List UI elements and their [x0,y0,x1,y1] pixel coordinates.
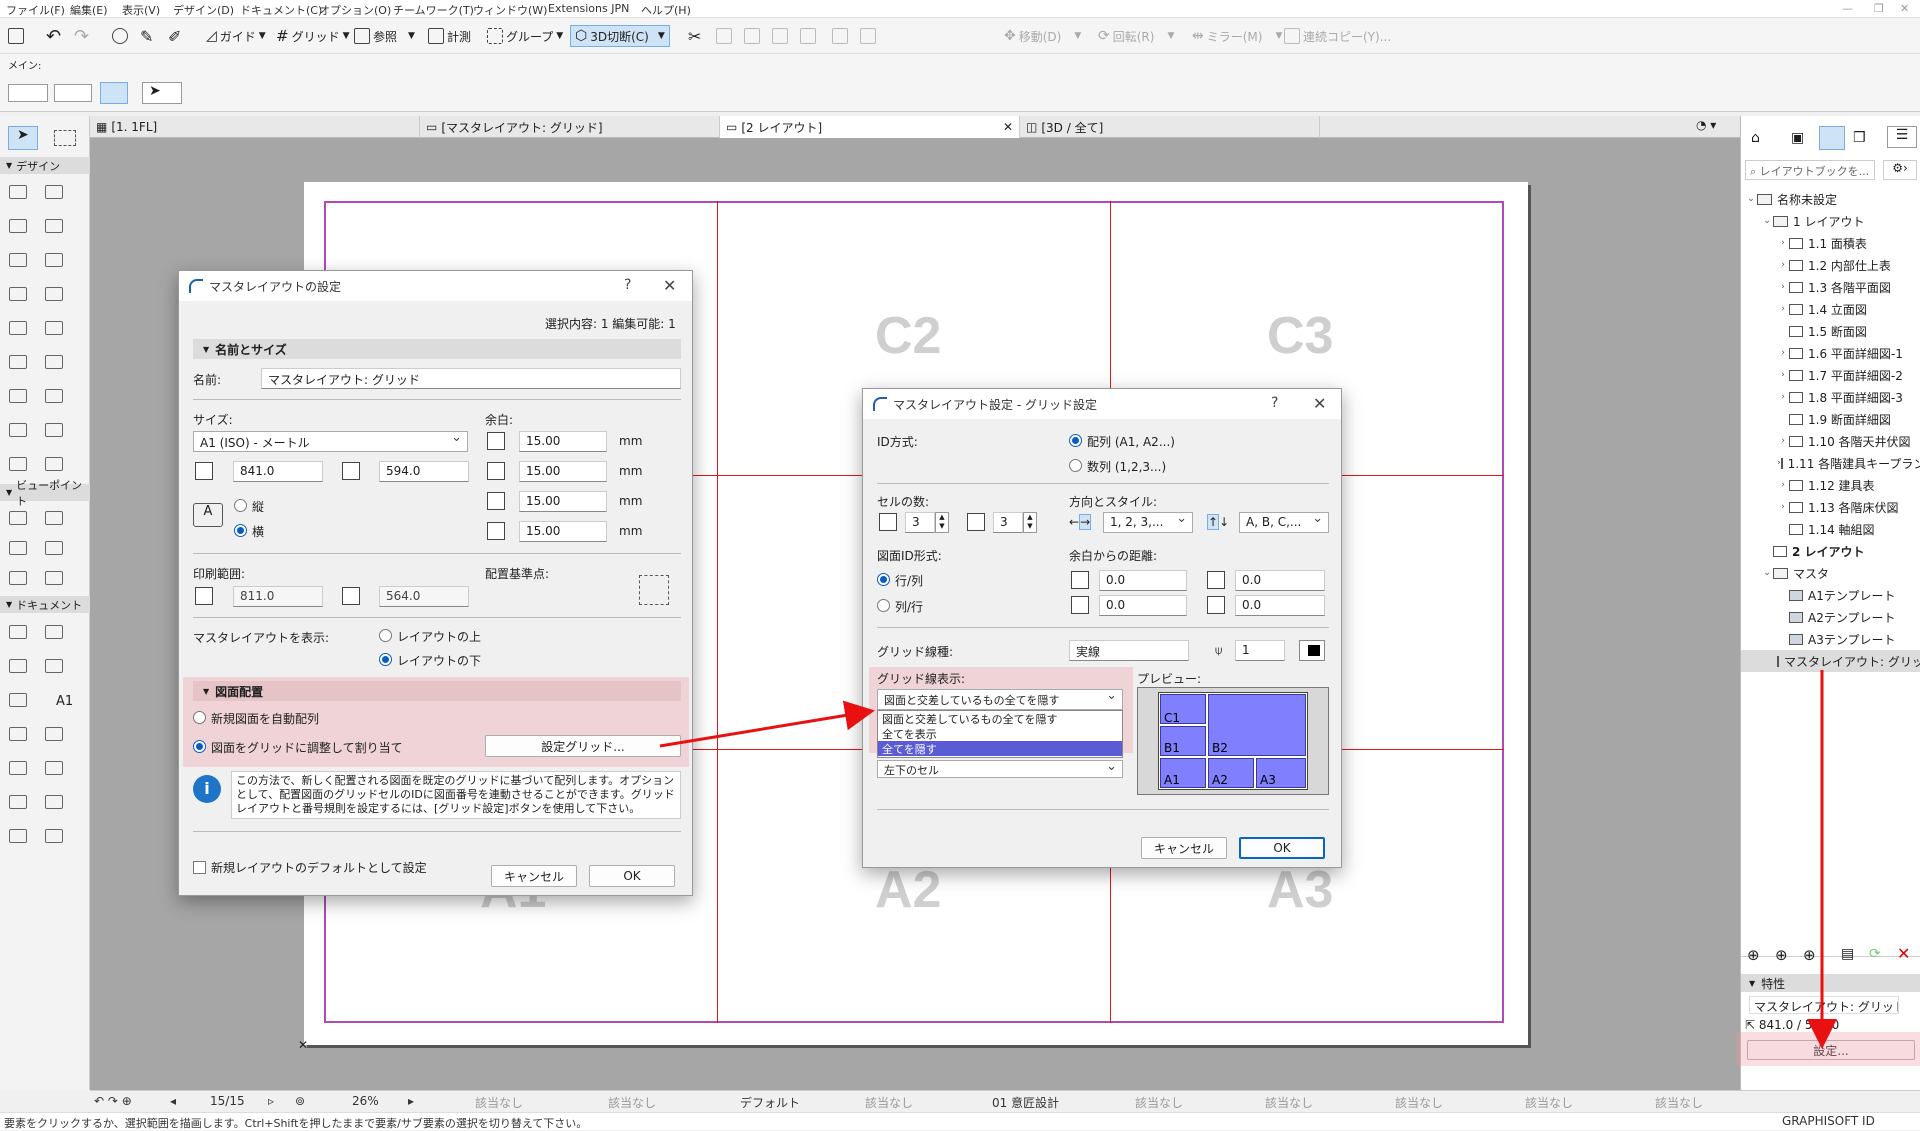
annotation-arrows [659,670,1837,1049]
arrow-to-grid-dialog [659,700,875,748]
